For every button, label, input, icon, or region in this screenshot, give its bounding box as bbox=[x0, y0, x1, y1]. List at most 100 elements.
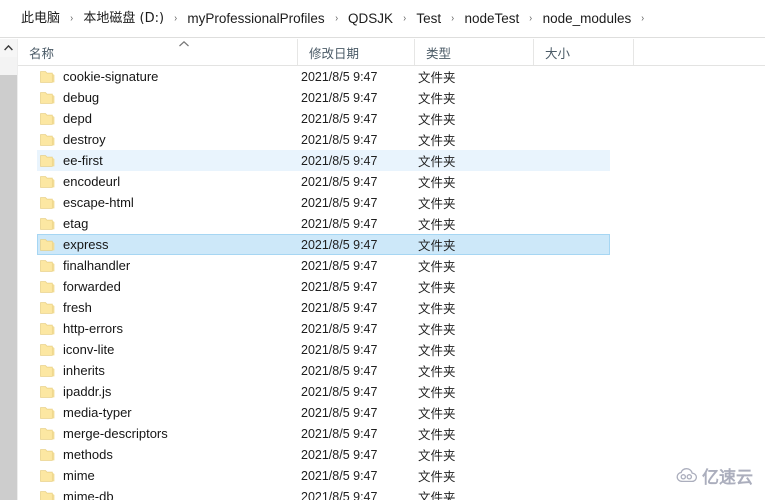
file-date-cell: 2021/8/5 9:47 bbox=[301, 132, 378, 147]
file-name-label: inherits bbox=[63, 363, 105, 378]
file-row[interactable]: ee-first 2021/8/5 9:47 文件夹 bbox=[18, 150, 765, 171]
breadcrumb-separator-icon[interactable]: › bbox=[64, 10, 79, 28]
file-type-cell: 文件夹 bbox=[418, 91, 456, 106]
file-row[interactable]: mime-db 2021/8/5 9:47 文件夹 bbox=[18, 486, 765, 500]
file-name-cell[interactable]: escape-html bbox=[40, 195, 134, 210]
file-name-cell[interactable]: merge-descriptors bbox=[40, 426, 168, 441]
file-row[interactable]: finalhandler 2021/8/5 9:47 文件夹 bbox=[18, 255, 765, 276]
folder-icon bbox=[40, 92, 55, 104]
breadcrumb-item-5[interactable]: nodeTest bbox=[462, 8, 523, 30]
file-name-cell[interactable]: finalhandler bbox=[40, 258, 130, 273]
file-row[interactable]: http-errors 2021/8/5 9:47 文件夹 bbox=[18, 318, 765, 339]
file-row[interactable]: media-typer 2021/8/5 9:47 文件夹 bbox=[18, 402, 765, 423]
breadcrumb-separator-icon[interactable]: › bbox=[524, 10, 539, 28]
file-name-cell[interactable]: cookie-signature bbox=[40, 69, 158, 84]
file-row[interactable]: forwarded 2021/8/5 9:47 文件夹 bbox=[18, 276, 765, 297]
file-name-label: cookie-signature bbox=[63, 69, 159, 84]
breadcrumb-separator-icon[interactable]: › bbox=[397, 10, 412, 28]
file-name-cell[interactable]: express bbox=[40, 237, 109, 252]
folder-icon bbox=[40, 449, 55, 461]
file-row[interactable]: iconv-lite 2021/8/5 9:47 文件夹 bbox=[18, 339, 765, 360]
file-type-cell: 文件夹 bbox=[418, 196, 456, 211]
vertical-scrollbar[interactable] bbox=[0, 39, 18, 500]
scrollbar-up-button[interactable] bbox=[0, 39, 17, 57]
file-name-label: depd bbox=[63, 111, 92, 126]
breadcrumb-separator-icon[interactable]: › bbox=[445, 10, 460, 28]
file-date-cell: 2021/8/5 9:47 bbox=[301, 321, 378, 336]
column-header-size[interactable]: 大小 bbox=[533, 39, 634, 65]
folder-icon bbox=[40, 386, 55, 398]
breadcrumb-separator-icon[interactable]: › bbox=[329, 10, 344, 28]
file-name-cell[interactable]: mime-db bbox=[40, 489, 114, 500]
file-row[interactable]: depd 2021/8/5 9:47 文件夹 bbox=[18, 108, 765, 129]
file-name-label: http-errors bbox=[63, 321, 123, 336]
breadcrumb-item-0[interactable]: 此电脑 bbox=[18, 8, 63, 30]
column-header-date-label: 修改日期 bbox=[309, 45, 360, 61]
breadcrumb-item-3[interactable]: QDSJK bbox=[345, 8, 396, 30]
file-name-cell[interactable]: fresh bbox=[40, 300, 92, 315]
file-name-cell[interactable]: http-errors bbox=[40, 321, 123, 336]
breadcrumb-separator-icon[interactable]: › bbox=[168, 10, 183, 28]
file-name-label: express bbox=[63, 237, 109, 252]
file-name-cell[interactable]: inherits bbox=[40, 363, 105, 378]
file-name-cell[interactable]: forwarded bbox=[40, 279, 121, 294]
file-type-cell: 文件夹 bbox=[418, 490, 456, 500]
file-row[interactable]: cookie-signature 2021/8/5 9:47 文件夹 bbox=[18, 66, 765, 87]
folder-icon bbox=[40, 281, 55, 293]
column-header-size-label: 大小 bbox=[545, 45, 571, 61]
breadcrumb-item-4[interactable]: Test bbox=[413, 8, 444, 30]
file-name-cell[interactable]: destroy bbox=[40, 132, 106, 147]
scrollbar-thumb[interactable] bbox=[0, 75, 17, 500]
address-bar[interactable]: 此电脑 › 本地磁盘 (D:) › myProfessionalProfiles › QDS… bbox=[0, 0, 765, 38]
breadcrumb-separator-icon[interactable]: › bbox=[636, 10, 651, 28]
file-date-cell: 2021/8/5 9:47 bbox=[301, 447, 378, 462]
breadcrumb-item-1[interactable]: 本地磁盘 (D:) bbox=[80, 8, 167, 30]
file-type-cell: 文件夹 bbox=[418, 406, 456, 421]
file-name-label: methods bbox=[63, 447, 113, 462]
file-name-label: mime bbox=[63, 468, 95, 483]
file-type-cell: 文件夹 bbox=[418, 280, 456, 295]
breadcrumb-item-6[interactable]: node_modules bbox=[540, 8, 635, 30]
file-row[interactable]: debug 2021/8/5 9:47 文件夹 bbox=[18, 87, 765, 108]
file-row[interactable]: inherits 2021/8/5 9:47 文件夹 bbox=[18, 360, 765, 381]
file-name-label: fresh bbox=[63, 300, 92, 315]
file-row[interactable]: destroy 2021/8/5 9:47 文件夹 bbox=[18, 129, 765, 150]
file-name-cell[interactable]: ipaddr.js bbox=[40, 384, 111, 399]
file-row[interactable]: ipaddr.js 2021/8/5 9:47 文件夹 bbox=[18, 381, 765, 402]
file-explorer-window: 此电脑 › 本地磁盘 (D:) › myProfessionalProfiles › QDS… bbox=[0, 0, 765, 500]
file-name-cell[interactable]: debug bbox=[40, 90, 99, 105]
file-name-label: forwarded bbox=[63, 279, 121, 294]
file-date-cell: 2021/8/5 9:47 bbox=[301, 300, 378, 315]
file-name-cell[interactable]: depd bbox=[40, 111, 92, 126]
file-name-cell[interactable]: mime bbox=[40, 468, 95, 483]
file-row[interactable]: merge-descriptors 2021/8/5 9:47 文件夹 bbox=[18, 423, 765, 444]
file-row[interactable]: express 2021/8/5 9:47 文件夹 bbox=[18, 234, 765, 255]
file-date-cell: 2021/8/5 9:47 bbox=[301, 363, 378, 378]
file-row[interactable]: etag 2021/8/5 9:47 文件夹 bbox=[18, 213, 765, 234]
file-date-cell: 2021/8/5 9:47 bbox=[301, 405, 378, 420]
file-name-cell[interactable]: media-typer bbox=[40, 405, 132, 420]
file-row[interactable]: mime 2021/8/5 9:47 文件夹 bbox=[18, 465, 765, 486]
file-name-cell[interactable]: methods bbox=[40, 447, 113, 462]
file-row[interactable]: methods 2021/8/5 9:47 文件夹 bbox=[18, 444, 765, 465]
file-name-label: debug bbox=[63, 90, 100, 105]
column-header-type[interactable]: 类型 bbox=[414, 39, 533, 65]
file-list[interactable]: cookie-signature 2021/8/5 9:47 文件夹 debug 202… bbox=[18, 66, 765, 500]
file-name-label: ipaddr.js bbox=[63, 384, 112, 399]
folder-icon bbox=[40, 302, 55, 314]
file-date-cell: 2021/8/5 9:47 bbox=[301, 258, 378, 273]
file-name-cell[interactable]: iconv-lite bbox=[40, 342, 114, 357]
file-name-cell[interactable]: etag bbox=[40, 216, 88, 231]
file-date-cell: 2021/8/5 9:47 bbox=[301, 111, 378, 126]
folder-icon bbox=[40, 113, 55, 125]
column-header-date-modified[interactable]: 修改日期 bbox=[297, 39, 414, 65]
file-row[interactable]: encodeurl 2021/8/5 9:47 文件夹 bbox=[18, 171, 765, 192]
breadcrumb-item-2[interactable]: myProfessionalProfiles bbox=[184, 8, 327, 30]
column-header-name[interactable]: 名称 bbox=[18, 39, 297, 65]
file-name-cell[interactable]: encodeurl bbox=[40, 174, 120, 189]
file-name-cell[interactable]: ee-first bbox=[40, 153, 103, 168]
file-row[interactable]: escape-html 2021/8/5 9:47 文件夹 bbox=[18, 192, 765, 213]
file-type-cell: 文件夹 bbox=[418, 343, 456, 358]
folder-icon bbox=[40, 428, 55, 440]
file-row[interactable]: fresh 2021/8/5 9:47 文件夹 bbox=[18, 297, 765, 318]
